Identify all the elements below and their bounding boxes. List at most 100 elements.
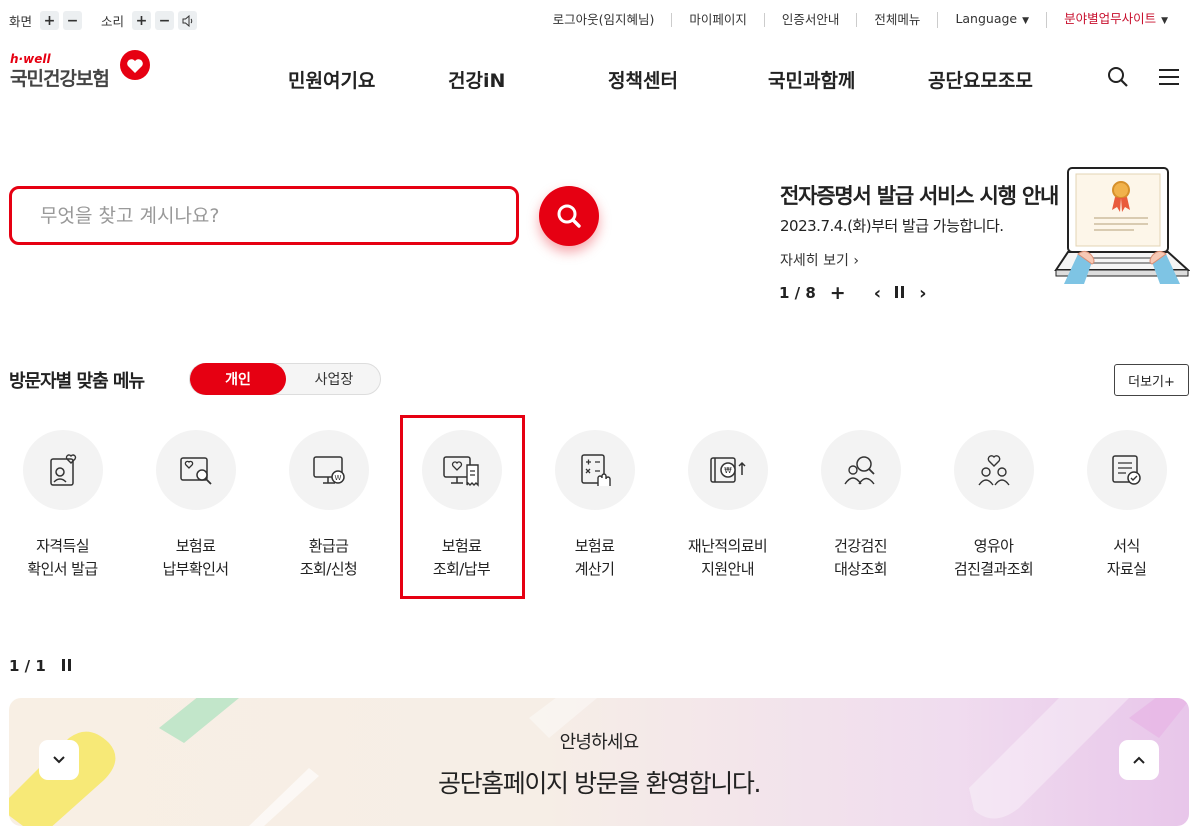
banner-pause-icon[interactable] xyxy=(895,284,905,302)
welcome-message: 공단홈페이지 방문을 환영합니다. xyxy=(437,769,761,798)
menu-item-refund[interactable]: W 환급금 조회/신청 xyxy=(262,430,395,581)
certificate-guide-link[interactable]: 인증서안내 xyxy=(763,13,857,27)
language-label: Language xyxy=(955,11,1018,26)
mypage-link[interactable]: 마이페이지 xyxy=(671,13,764,27)
search-box xyxy=(9,186,519,245)
menu-label-line2: 지원안내 xyxy=(701,560,754,578)
hamburger-menu-icon[interactable] xyxy=(1158,68,1180,86)
menu-page-indicator: 1 / 1 xyxy=(9,657,46,675)
menu-label-line1: 서식 xyxy=(1113,537,1140,555)
menu-label-line2: 납부확인서 xyxy=(162,560,229,578)
family-heart-icon xyxy=(977,455,1010,486)
menu-label-line1: 건강검진 xyxy=(834,537,887,555)
menu-item-premium-calculator[interactable]: 보험료 계산기 xyxy=(528,430,661,581)
search-button[interactable] xyxy=(539,186,599,246)
menu-label-line2: 대상조회 xyxy=(834,560,887,578)
menu-label-line2: 자료실 xyxy=(1106,560,1147,578)
caret-down-icon: ▼ xyxy=(1161,16,1168,26)
search-icon xyxy=(557,204,581,228)
nav-with-people[interactable]: 국민과함께 xyxy=(768,66,855,93)
banner-controls: 1 / 8 + ‹ › xyxy=(779,282,941,304)
main-navigation: 민원여기요 건강iN 정책센터 국민과함께 공단요모조모 xyxy=(0,66,1197,92)
nav-about[interactable]: 공단요모조모 xyxy=(928,66,1033,93)
menu-label-line1: 보험료 xyxy=(574,537,615,555)
business-sites-dropdown[interactable]: 분야별업무사이트 ▼ xyxy=(1046,12,1185,28)
full-menu-link[interactable]: 전체메뉴 xyxy=(856,13,937,27)
menu-label-line1: 자격득실 xyxy=(36,537,89,555)
screen-zoom-out-button[interactable]: − xyxy=(63,11,83,30)
laptop-certificate-illustration xyxy=(1054,167,1190,284)
chevron-down-icon xyxy=(53,756,65,764)
banner-plus-icon[interactable]: + xyxy=(830,282,846,304)
banner-down-button[interactable] xyxy=(39,740,79,780)
menu-pager: 1 / 1 xyxy=(9,657,72,675)
menu-icon-wrapper xyxy=(820,430,901,510)
utility-bar: 화면 + − 소리 + − 로그아웃(임지혜님) 마이페이지 인증서안내 전체메… xyxy=(0,0,1197,40)
menu-item-eligibility-certificate[interactable]: 자격득실 확인서 발급 xyxy=(0,430,129,581)
svg-text:W: W xyxy=(334,474,341,482)
menu-item-infant-checkup[interactable]: 영유아 검진결과조회 xyxy=(927,430,1060,581)
sound-controls: 소리 + − xyxy=(101,11,198,30)
menu-pause-icon[interactable] xyxy=(61,657,72,675)
top-links: 로그아웃(임지혜님) 마이페이지 인증서안내 전체메뉴 Language ▼ 분야… xyxy=(536,12,1185,28)
menu-icon-wrapper xyxy=(554,430,635,510)
search-icon[interactable] xyxy=(1107,66,1129,88)
menu-label-line2: 조회/신청 xyxy=(299,560,358,578)
screen-label: 화면 xyxy=(9,14,33,29)
banner-prev-icon[interactable]: ‹ xyxy=(874,283,881,304)
banner-more-label: 자세히 보기 xyxy=(780,253,849,269)
menu-label-line1: 재난적의료비 xyxy=(687,537,768,555)
svg-text:₩: ₩ xyxy=(724,466,732,475)
sound-label: 소리 xyxy=(101,14,125,29)
banner-title: 전자증명서 발급 서비스 시행 안내 xyxy=(780,184,1059,208)
menu-label-line1: 영유아 xyxy=(973,537,1014,555)
visitor-menu-title: 방문자별 맞춤 메뉴 xyxy=(9,371,145,392)
form-check-icon xyxy=(1111,455,1141,485)
nav-civil-service[interactable]: 민원여기요 xyxy=(288,66,375,93)
tab-personal[interactable]: 개인 xyxy=(190,363,286,395)
banner-page-indicator: 1 / 8 xyxy=(779,284,816,302)
menu-icon-wrapper: ₩ xyxy=(687,430,768,510)
search-input[interactable] xyxy=(40,204,480,227)
calculator-hand-icon xyxy=(580,454,611,486)
monitor-won-icon: W xyxy=(312,456,345,484)
logout-link[interactable]: 로그아웃(임지혜님) xyxy=(536,13,672,27)
menu-icon-wrapper xyxy=(155,430,236,510)
visitor-type-toggle: 개인 사업장 xyxy=(189,363,381,395)
menu-label-line2: 검진결과조회 xyxy=(953,560,1034,578)
banner-next-icon[interactable]: › xyxy=(919,283,926,304)
coin-up-icon: ₩ xyxy=(709,457,746,483)
chevron-right-icon: › xyxy=(853,253,859,269)
document-search-icon xyxy=(179,457,212,485)
menu-label-line1: 환급금 xyxy=(308,537,349,555)
menu-icon-wrapper xyxy=(1086,430,1167,510)
more-button[interactable]: 더보기+ xyxy=(1114,364,1189,396)
people-search-icon xyxy=(843,456,875,485)
id-card-heart-icon xyxy=(49,454,76,486)
banner-more-link[interactable]: 자세히 보기 › xyxy=(780,250,859,270)
speaker-icon[interactable] xyxy=(178,11,198,30)
language-dropdown[interactable]: Language ▼ xyxy=(937,12,1046,28)
screen-zoom-controls: 화면 + − xyxy=(9,11,83,30)
menu-item-forms[interactable]: 서식 자료실 xyxy=(1060,430,1193,581)
menu-icon-wrapper xyxy=(22,430,103,510)
menu-icon-wrapper: W xyxy=(288,430,369,510)
decorative-background-shapes xyxy=(9,698,1189,826)
nav-policy-center[interactable]: 정책센터 xyxy=(608,66,678,93)
menu-item-health-checkup[interactable]: 건강검진 대상조회 xyxy=(794,430,927,581)
welcome-banner: 안녕하세요 공단홈페이지 방문을 환영합니다. xyxy=(9,698,1189,826)
volume-up-button[interactable]: + xyxy=(132,11,152,30)
banner-subtitle: 2023.7.4.(화)부터 발급 가능합니다. xyxy=(780,217,1004,235)
menu-item-catastrophic-medical[interactable]: ₩ 재난적의료비 지원안내 xyxy=(661,430,794,581)
nav-health-in[interactable]: 건강iN xyxy=(448,66,505,93)
menu-label-line2: 계산기 xyxy=(574,560,615,578)
volume-down-button[interactable]: − xyxy=(155,11,175,30)
selection-highlight-box xyxy=(400,415,525,599)
tab-business[interactable]: 사업장 xyxy=(286,364,382,394)
banner-up-button[interactable] xyxy=(1119,740,1159,780)
menu-item-payment-confirmation[interactable]: 보험료 납부확인서 xyxy=(129,430,262,581)
screen-zoom-in-button[interactable]: + xyxy=(40,11,60,30)
business-sites-label: 분야별업무사이트 xyxy=(1064,11,1157,26)
menu-label-line1: 보험료 xyxy=(175,537,216,555)
chevron-up-icon xyxy=(1133,756,1145,764)
